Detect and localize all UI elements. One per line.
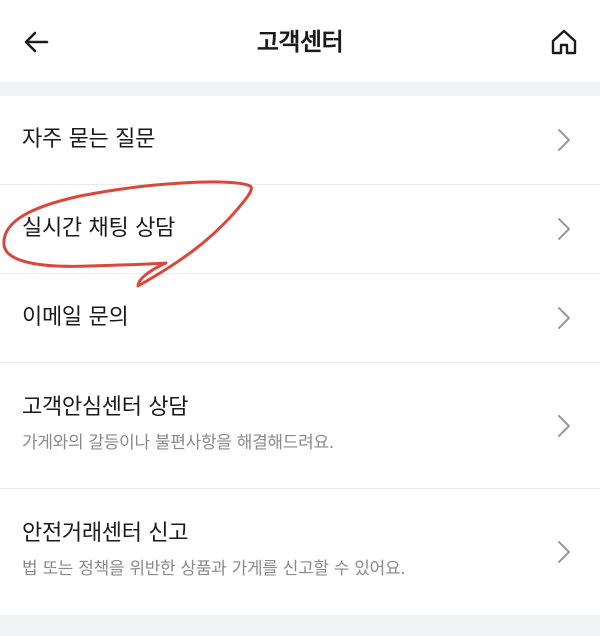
- chevron-right-icon: [558, 129, 570, 151]
- menu-item-label: 안전거래센터 신고: [22, 521, 189, 546]
- menu-item-description: 법 또는 정책을 위반한 상품과 가게를 신고할 수 있어요.: [22, 559, 406, 579]
- chevron-right-icon: [558, 415, 570, 437]
- chevron-right-icon: [558, 541, 570, 563]
- menu-item-description: 가게와의 갈등이나 불편사항을 해결해드려요.: [22, 433, 334, 453]
- menu-item-customer-safety-center[interactable]: 고객안심센터 상담 가게와의 갈등이나 불편사항을 해결해드려요.: [0, 363, 600, 489]
- home-icon: [551, 29, 577, 55]
- menu-item-label: 이메일 문의: [22, 305, 129, 330]
- chevron-right-icon: [558, 218, 570, 240]
- menu-item-faq[interactable]: 자주 묻는 질문: [0, 96, 600, 185]
- home-button[interactable]: [542, 20, 586, 64]
- menu-item-email[interactable]: 이메일 문의: [0, 274, 600, 363]
- menu-item-label: 실시간 채팅 상담: [22, 216, 175, 241]
- menu-item-safe-trade-report[interactable]: 안전거래센터 신고 법 또는 정책을 위반한 상품과 가게를 신고할 수 있어요…: [0, 489, 600, 615]
- chevron-right-icon: [558, 307, 570, 329]
- page-title: 고객센터: [256, 28, 344, 56]
- support-menu-list: 자주 묻는 질문 실시간 채팅 상담 이메일 문의 고객안심센터 상담 가게와의…: [0, 96, 600, 615]
- menu-item-live-chat[interactable]: 실시간 채팅 상담: [0, 185, 600, 274]
- section-gap: [0, 82, 600, 96]
- menu-item-label: 자주 묻는 질문: [22, 127, 156, 152]
- app-header: 고객센터: [0, 0, 600, 82]
- menu-item-label: 고객안심센터 상담: [22, 395, 189, 420]
